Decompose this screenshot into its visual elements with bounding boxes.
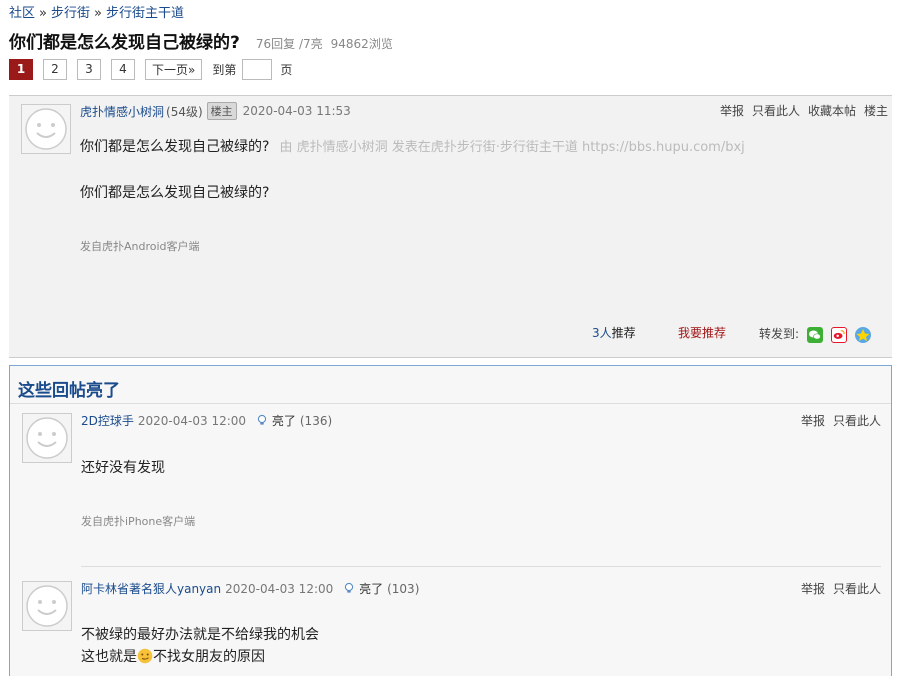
- default-avatar-icon: [26, 417, 68, 459]
- reply-actions: 举报 只看此人: [793, 412, 881, 429]
- post-text: 你们都是怎么发现自己被绿的?: [80, 139, 270, 155]
- client-info: 发自虎扑iPhone客户端: [81, 515, 196, 528]
- lit-replies-section: 这些回帖亮了 2D控球手 2020-04-03 12:00 亮了 (136) 举…: [9, 365, 892, 676]
- main-post: 虎扑情感小树洞 (54级) 楼主 2020-04-03 11:53 举报 只看此人…: [9, 95, 892, 358]
- divider: [81, 566, 881, 567]
- pagination: 1 2 3 4 下一页» 到第 页: [9, 58, 298, 80]
- light-bulb-icon: [257, 414, 267, 425]
- share-row: 转发到:: [759, 325, 871, 343]
- reply-text: 这也就是: [81, 649, 137, 665]
- light-button[interactable]: 亮了: [256, 412, 296, 429]
- recommend-label: 推荐: [611, 326, 636, 340]
- light-bulb-icon: [345, 582, 354, 593]
- report-button[interactable]: 举报: [801, 414, 825, 428]
- page-2-button[interactable]: 2: [43, 58, 67, 80]
- client-info: 发自虎扑Android客户端: [80, 240, 200, 253]
- thread-title-row: 你们都是怎么发现自己被绿的? 76回复 /7亮 94862浏览: [9, 28, 401, 53]
- goto-label: 到第: [212, 62, 237, 77]
- author-level: (54级): [166, 104, 203, 119]
- light-button[interactable]: 亮了: [343, 580, 383, 597]
- light-label: 亮了: [271, 414, 296, 428]
- reply-body: 还好没有发现: [81, 460, 165, 476]
- reply-actions: 举报 只看此人: [793, 580, 881, 597]
- post-header: 虎扑情感小树洞 (54级) 楼主 2020-04-03 11:53: [80, 102, 351, 120]
- post-body-line: 你们都是怎么发现自己被绿的?: [80, 185, 270, 201]
- breadcrumb-community[interactable]: 社区: [9, 6, 35, 21]
- breadcrumb-separator: »: [94, 6, 102, 21]
- reply-author-name[interactable]: 2D控球手: [81, 412, 134, 429]
- light-count: (136): [299, 413, 333, 428]
- floor-label: 楼主: [863, 104, 888, 118]
- divider: [10, 403, 891, 404]
- wechat-icon[interactable]: [806, 326, 823, 343]
- page-4-button[interactable]: 4: [111, 58, 135, 80]
- light-label: 亮了: [359, 582, 384, 596]
- author-name[interactable]: 虎扑情感小树洞: [80, 103, 164, 120]
- recommend-count: 3人推荐: [592, 324, 636, 341]
- weibo-icon[interactable]: [830, 326, 847, 343]
- lit-section-title: 这些回帖亮了: [18, 381, 120, 401]
- reply-body: 这也就是 不找女朋友的原因: [81, 646, 265, 666]
- default-avatar-icon: [25, 108, 67, 150]
- avatar[interactable]: [21, 104, 71, 154]
- breadcrumb-main-road[interactable]: 步行街主干道: [106, 6, 184, 21]
- reply-count: 76回复 /7亮: [255, 37, 323, 51]
- op-badge: 楼主: [206, 102, 237, 120]
- recommend-count-value[interactable]: 3人: [592, 326, 612, 340]
- post-actions: 举报 只看此人 收藏本帖 楼主: [712, 102, 888, 119]
- avatar[interactable]: [22, 581, 72, 631]
- favorite-button[interactable]: 收藏本帖: [808, 104, 856, 118]
- only-this-user-button[interactable]: 只看此人: [833, 582, 881, 596]
- smirk-emoji-icon: [137, 648, 153, 664]
- report-button[interactable]: 举报: [801, 582, 825, 596]
- reply-header: 阿卡林省著名狠人yanyan 2020-04-03 12:00 亮了 (103): [81, 580, 419, 597]
- post-source: 由 虎扑情感小树洞 发表在虎扑步行街·步行街主干道 https://bbs.hu…: [279, 140, 745, 155]
- goto-page-input[interactable]: [242, 58, 273, 80]
- page-3-button[interactable]: 3: [77, 58, 101, 80]
- thread-stats: 76回复 /7亮 94862浏览: [256, 35, 401, 52]
- reply-body: 不被绿的最好办法就是不给绿我的机会: [81, 627, 319, 643]
- default-avatar-icon: [26, 585, 68, 627]
- page-1-button[interactable]: 1: [9, 58, 33, 80]
- reply-author-name[interactable]: 阿卡林省著名狠人yanyan: [81, 580, 221, 597]
- only-this-user-button[interactable]: 只看此人: [833, 414, 881, 428]
- breadcrumb: 社区 » 步行街 » 步行街主干道: [9, 2, 184, 21]
- only-this-user-button[interactable]: 只看此人: [752, 104, 800, 118]
- view-count: 94862浏览: [330, 37, 393, 51]
- avatar[interactable]: [22, 413, 72, 463]
- breadcrumb-separator: »: [39, 6, 47, 21]
- recommend-button[interactable]: 我要推荐: [678, 324, 726, 341]
- light-count: (103): [387, 581, 420, 596]
- report-button[interactable]: 举报: [720, 104, 744, 118]
- post-time: 2020-04-03 11:53: [242, 104, 351, 118]
- reply-text: 不找女朋友的原因: [153, 649, 265, 665]
- qzone-icon[interactable]: [854, 326, 871, 343]
- breadcrumb-street[interactable]: 步行街: [51, 6, 90, 21]
- share-label: 转发到:: [759, 327, 800, 341]
- post-body-line: 你们都是怎么发现自己被绿的? 由 虎扑情感小树洞 发表在虎扑步行街·步行街主干道 …: [80, 136, 745, 156]
- goto-suffix: 页: [280, 62, 293, 77]
- next-page-button[interactable]: 下一页»: [145, 58, 203, 80]
- page-title: 你们都是怎么发现自己被绿的?: [9, 33, 240, 53]
- reply-header: 2D控球手 2020-04-03 12:00 亮了 (136): [81, 412, 332, 429]
- reply-time: 2020-04-03 12:00: [225, 581, 334, 596]
- reply-time: 2020-04-03 12:00: [137, 413, 247, 428]
